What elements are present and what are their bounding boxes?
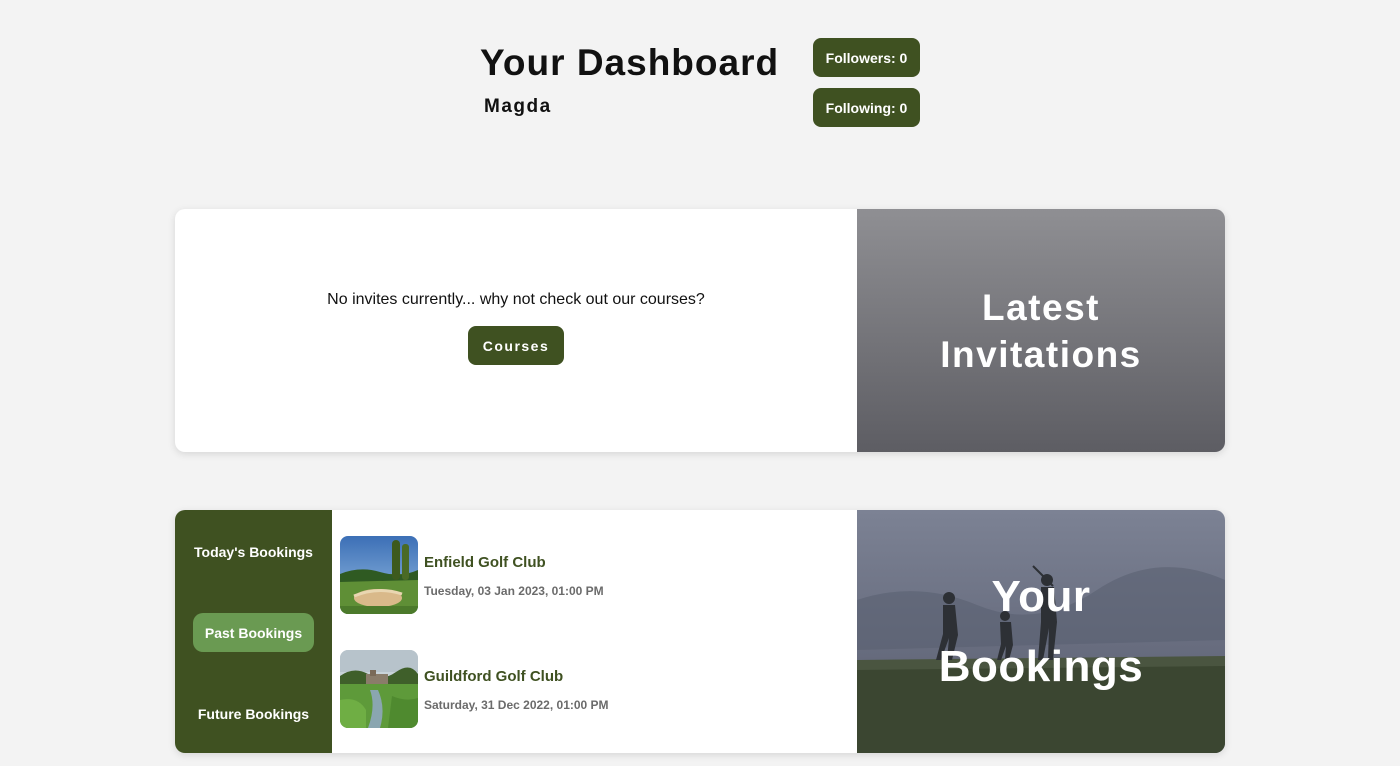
latest-invitations-title-line2: Invitations [940, 333, 1142, 375]
page-title: Your Dashboard [480, 42, 780, 83]
no-invites-message: No invites currently... why not check ou… [327, 291, 705, 308]
booking-course-name: Enfield Golf Club [424, 554, 546, 571]
booking-date: Tuesday, 03 Jan 2023, 01:00 PM [424, 584, 604, 598]
tab-future-bookings[interactable]: Future Bookings [193, 694, 314, 733]
booking-date: Saturday, 31 Dec 2022, 01:00 PM [424, 698, 609, 712]
invitations-content: No invites currently... why not check ou… [175, 209, 857, 452]
golf-course-thumbnail [340, 650, 418, 728]
followers-button[interactable]: Followers: 0 [813, 38, 920, 77]
username: Magda [484, 96, 552, 117]
dashboard-header: Your Dashboard Magda Followers: 0 Follow… [0, 0, 1400, 160]
booking-course-name: Guildford Golf Club [424, 668, 564, 685]
your-bookings-title-line2: Bookings [938, 641, 1144, 691]
courses-button[interactable]: Courses [468, 326, 564, 365]
tab-past-bookings[interactable]: Past Bookings [193, 613, 314, 652]
bookings-card: Today's Bookings Past Bookings Future Bo… [175, 510, 1225, 753]
bookings-sidebar: Today's Bookings Past Bookings Future Bo… [175, 510, 332, 753]
your-bookings-title-line1: Your [991, 571, 1091, 621]
following-button[interactable]: Following: 0 [813, 88, 920, 127]
your-bookings-panel: Your Bookings [857, 510, 1225, 753]
latest-invitations-title: Latest Invitations [940, 284, 1142, 378]
golf-course-thumbnail [340, 536, 418, 614]
booking-item[interactable]: Enfield Golf Club Tuesday, 03 Jan 2023, … [340, 536, 840, 614]
bookings-list: Enfield Golf Club Tuesday, 03 Jan 2023, … [332, 510, 857, 753]
latest-invitations-title-line1: Latest [982, 286, 1100, 328]
tab-todays-bookings[interactable]: Today's Bookings [193, 532, 314, 571]
your-bookings-title: Your Bookings [857, 510, 1225, 753]
latest-invitations-panel: Latest Invitations [857, 209, 1225, 452]
invitations-card: No invites currently... why not check ou… [175, 209, 1225, 452]
booking-item[interactable]: Guildford Golf Club Saturday, 31 Dec 202… [340, 650, 840, 728]
